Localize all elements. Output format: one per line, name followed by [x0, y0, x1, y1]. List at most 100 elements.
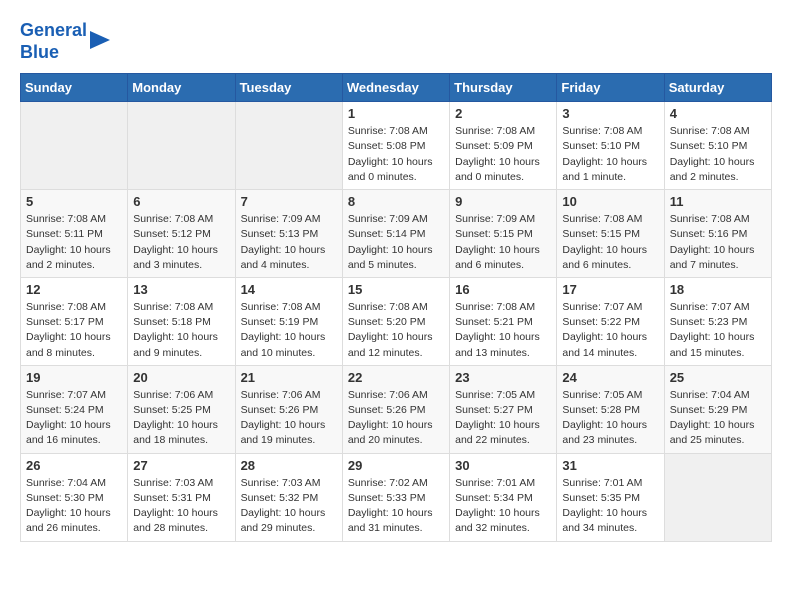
day-number: 11 [670, 194, 766, 209]
day-info: Sunrise: 7:06 AM Sunset: 5:26 PM Dayligh… [241, 388, 337, 449]
sunset-label: Sunset: 5:33 PM [348, 492, 426, 504]
day-number: 1 [348, 106, 444, 121]
day-info: Sunrise: 7:08 AM Sunset: 5:11 PM Dayligh… [26, 212, 122, 273]
week-row-5: 26 Sunrise: 7:04 AM Sunset: 5:30 PM Dayl… [21, 453, 772, 541]
day-number: 13 [133, 282, 229, 297]
sunrise-label: Sunrise: 7:08 AM [348, 301, 428, 313]
day-number: 5 [26, 194, 122, 209]
day-cell-0-4: 2 Sunrise: 7:08 AM Sunset: 5:09 PM Dayli… [450, 102, 557, 190]
day-number: 8 [348, 194, 444, 209]
day-info: Sunrise: 7:08 AM Sunset: 5:10 PM Dayligh… [670, 124, 766, 185]
day-info: Sunrise: 7:08 AM Sunset: 5:12 PM Dayligh… [133, 212, 229, 273]
logo-text: GeneralBlue [20, 20, 87, 63]
daylight-label: Daylight: 10 hours and 2 minutes. [670, 156, 755, 183]
sunrise-label: Sunrise: 7:08 AM [670, 213, 750, 225]
daylight-label: Daylight: 10 hours and 1 minute. [562, 156, 647, 183]
daylight-label: Daylight: 10 hours and 28 minutes. [133, 507, 218, 534]
header-saturday: Saturday [664, 74, 771, 102]
sunset-label: Sunset: 5:08 PM [348, 140, 426, 152]
day-number: 21 [241, 370, 337, 385]
day-info: Sunrise: 7:08 AM Sunset: 5:19 PM Dayligh… [241, 300, 337, 361]
day-info: Sunrise: 7:02 AM Sunset: 5:33 PM Dayligh… [348, 476, 444, 537]
daylight-label: Daylight: 10 hours and 31 minutes. [348, 507, 433, 534]
day-info: Sunrise: 7:06 AM Sunset: 5:26 PM Dayligh… [348, 388, 444, 449]
sunset-label: Sunset: 5:11 PM [26, 228, 103, 240]
day-cell-1-6: 11 Sunrise: 7:08 AM Sunset: 5:16 PM Dayl… [664, 190, 771, 278]
day-info: Sunrise: 7:07 AM Sunset: 5:23 PM Dayligh… [670, 300, 766, 361]
sunset-label: Sunset: 5:28 PM [562, 404, 640, 416]
sunset-label: Sunset: 5:10 PM [670, 140, 748, 152]
calendar-table: SundayMondayTuesdayWednesdayThursdayFrid… [20, 73, 772, 541]
sunrise-label: Sunrise: 7:04 AM [670, 389, 750, 401]
sunrise-label: Sunrise: 7:08 AM [670, 125, 750, 137]
day-cell-1-4: 9 Sunrise: 7:09 AM Sunset: 5:15 PM Dayli… [450, 190, 557, 278]
header-friday: Friday [557, 74, 664, 102]
day-number: 6 [133, 194, 229, 209]
day-cell-4-3: 29 Sunrise: 7:02 AM Sunset: 5:33 PM Dayl… [342, 453, 449, 541]
sunset-label: Sunset: 5:32 PM [241, 492, 319, 504]
sunset-label: Sunset: 5:16 PM [670, 228, 748, 240]
sunrise-label: Sunrise: 7:09 AM [455, 213, 535, 225]
day-cell-0-2 [235, 102, 342, 190]
sunset-label: Sunset: 5:12 PM [133, 228, 211, 240]
day-number: 9 [455, 194, 551, 209]
sunrise-label: Sunrise: 7:01 AM [455, 477, 535, 489]
day-info: Sunrise: 7:08 AM Sunset: 5:20 PM Dayligh… [348, 300, 444, 361]
daylight-label: Daylight: 10 hours and 20 minutes. [348, 419, 433, 446]
sunrise-label: Sunrise: 7:08 AM [26, 213, 106, 225]
logo-arrow-icon [90, 29, 110, 51]
day-cell-2-1: 13 Sunrise: 7:08 AM Sunset: 5:18 PM Dayl… [128, 277, 235, 365]
day-cell-3-5: 24 Sunrise: 7:05 AM Sunset: 5:28 PM Dayl… [557, 365, 664, 453]
week-row-4: 19 Sunrise: 7:07 AM Sunset: 5:24 PM Dayl… [21, 365, 772, 453]
day-info: Sunrise: 7:09 AM Sunset: 5:13 PM Dayligh… [241, 212, 337, 273]
logo: GeneralBlue [20, 20, 110, 63]
day-number: 12 [26, 282, 122, 297]
sunrise-label: Sunrise: 7:06 AM [241, 389, 321, 401]
sunrise-label: Sunrise: 7:07 AM [562, 301, 642, 313]
daylight-label: Daylight: 10 hours and 10 minutes. [241, 331, 326, 358]
day-info: Sunrise: 7:07 AM Sunset: 5:22 PM Dayligh… [562, 300, 658, 361]
day-cell-4-0: 26 Sunrise: 7:04 AM Sunset: 5:30 PM Dayl… [21, 453, 128, 541]
daylight-label: Daylight: 10 hours and 16 minutes. [26, 419, 111, 446]
daylight-label: Daylight: 10 hours and 22 minutes. [455, 419, 540, 446]
day-cell-4-1: 27 Sunrise: 7:03 AM Sunset: 5:31 PM Dayl… [128, 453, 235, 541]
day-cell-2-4: 16 Sunrise: 7:08 AM Sunset: 5:21 PM Dayl… [450, 277, 557, 365]
sunset-label: Sunset: 5:27 PM [455, 404, 533, 416]
daylight-label: Daylight: 10 hours and 34 minutes. [562, 507, 647, 534]
sunrise-label: Sunrise: 7:08 AM [241, 301, 321, 313]
day-cell-3-3: 22 Sunrise: 7:06 AM Sunset: 5:26 PM Dayl… [342, 365, 449, 453]
day-info: Sunrise: 7:06 AM Sunset: 5:25 PM Dayligh… [133, 388, 229, 449]
sunset-label: Sunset: 5:10 PM [562, 140, 640, 152]
day-info: Sunrise: 7:08 AM Sunset: 5:10 PM Dayligh… [562, 124, 658, 185]
daylight-label: Daylight: 10 hours and 3 minutes. [133, 244, 218, 271]
day-number: 15 [348, 282, 444, 297]
day-info: Sunrise: 7:09 AM Sunset: 5:15 PM Dayligh… [455, 212, 551, 273]
day-number: 10 [562, 194, 658, 209]
day-number: 24 [562, 370, 658, 385]
daylight-label: Daylight: 10 hours and 12 minutes. [348, 331, 433, 358]
day-info: Sunrise: 7:04 AM Sunset: 5:30 PM Dayligh… [26, 476, 122, 537]
day-info: Sunrise: 7:08 AM Sunset: 5:16 PM Dayligh… [670, 212, 766, 273]
daylight-label: Daylight: 10 hours and 8 minutes. [26, 331, 111, 358]
daylight-label: Daylight: 10 hours and 14 minutes. [562, 331, 647, 358]
day-cell-0-3: 1 Sunrise: 7:08 AM Sunset: 5:08 PM Dayli… [342, 102, 449, 190]
daylight-label: Daylight: 10 hours and 13 minutes. [455, 331, 540, 358]
day-number: 30 [455, 458, 551, 473]
sunset-label: Sunset: 5:14 PM [348, 228, 426, 240]
sunrise-label: Sunrise: 7:06 AM [348, 389, 428, 401]
sunset-label: Sunset: 5:26 PM [348, 404, 426, 416]
day-cell-3-0: 19 Sunrise: 7:07 AM Sunset: 5:24 PM Dayl… [21, 365, 128, 453]
day-number: 7 [241, 194, 337, 209]
day-info: Sunrise: 7:08 AM Sunset: 5:17 PM Dayligh… [26, 300, 122, 361]
day-cell-4-2: 28 Sunrise: 7:03 AM Sunset: 5:32 PM Dayl… [235, 453, 342, 541]
day-number: 27 [133, 458, 229, 473]
header-sunday: Sunday [21, 74, 128, 102]
sunrise-label: Sunrise: 7:03 AM [133, 477, 213, 489]
day-number: 28 [241, 458, 337, 473]
day-cell-4-4: 30 Sunrise: 7:01 AM Sunset: 5:34 PM Dayl… [450, 453, 557, 541]
daylight-label: Daylight: 10 hours and 0 minutes. [455, 156, 540, 183]
page-header: GeneralBlue [20, 20, 772, 63]
day-number: 22 [348, 370, 444, 385]
day-cell-1-1: 6 Sunrise: 7:08 AM Sunset: 5:12 PM Dayli… [128, 190, 235, 278]
day-number: 17 [562, 282, 658, 297]
